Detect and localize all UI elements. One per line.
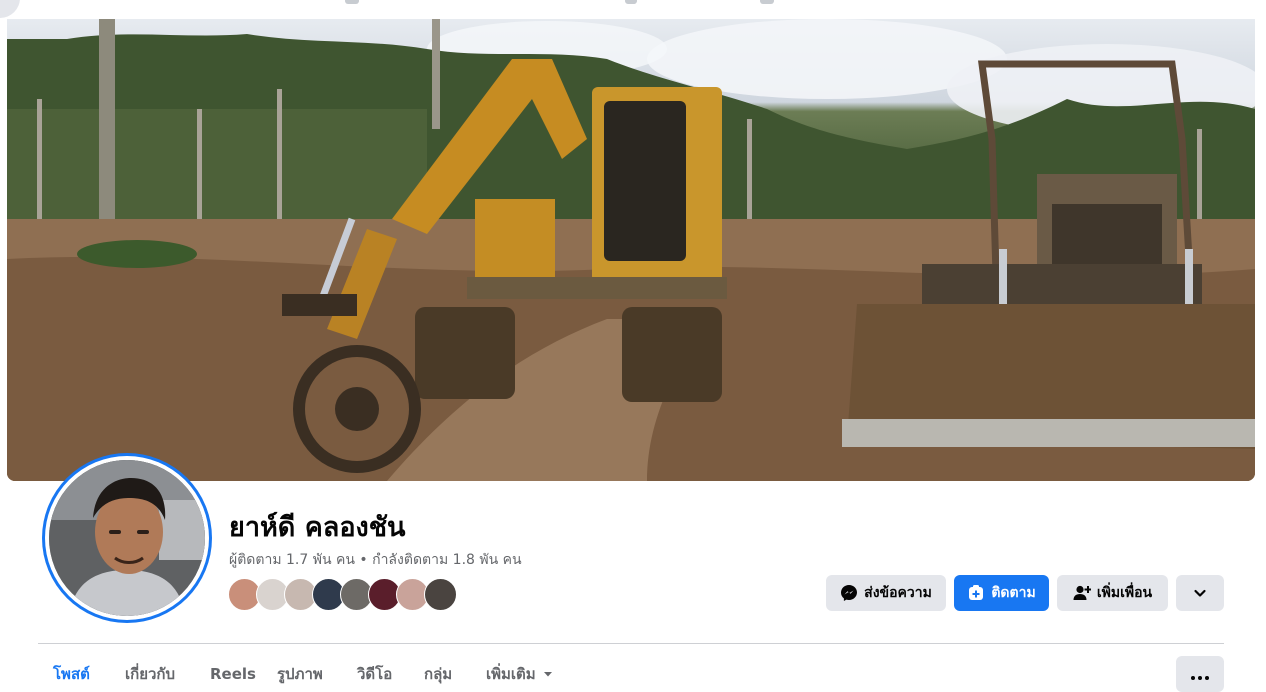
avatar [49,460,205,616]
profile-options-dropdown-button[interactable] [1176,575,1224,611]
friend-avatar[interactable] [424,578,457,611]
add-friend-button[interactable]: เพิ่มเพื่อน [1057,575,1168,611]
followers-count[interactable]: ผู้ติดตาม 1.7 พัน คน [229,552,355,568]
profile-picture[interactable] [42,453,212,623]
chevron-down-icon [1194,589,1206,597]
tab-reels[interactable]: Reels [210,656,256,692]
follow-stats: ผู้ติดตาม 1.7 พัน คน • กำลังติดตาม 1.8 พ… [229,549,522,571]
nav-round-button[interactable] [0,0,20,18]
tab-videos[interactable]: วิดีโอ [357,656,392,692]
tab-more-label: เพิ่มเติม [486,665,536,683]
following-count[interactable]: กำลังติดตาม 1.8 พัน คน [372,552,521,568]
more-dots-icon [1190,665,1211,684]
cover-photo[interactable] [7,19,1255,481]
add-friend-icon [1073,585,1091,600]
tab-groups[interactable]: กลุ่ม [424,656,452,692]
tab-posts[interactable]: โพสต์ [53,656,90,692]
follow-button-label: ติดตาม [991,585,1036,601]
profile-divider [38,643,1224,644]
add-friend-button-label: เพิ่มเพื่อน [1096,585,1153,601]
follow-button[interactable]: ติดตาม [954,575,1049,611]
tab-photos[interactable]: รูปภาพ [277,656,323,692]
message-button[interactable]: ส่งข้อความ [826,575,946,611]
top-navigation-bar [0,0,1266,19]
stats-separator: • [359,552,368,568]
more-options-button[interactable] [1176,656,1224,692]
cover-photo-artwork [7,19,1255,481]
message-button-label: ส่งข้อความ [864,585,932,601]
avatar-artwork [49,460,205,616]
tab-more[interactable]: เพิ่มเติม [486,656,554,692]
tab-about[interactable]: เกี่ยวกับ [125,656,175,692]
follow-icon [969,585,984,600]
profile-name: ยาห์ดี คลองชัน [229,512,406,543]
nav-icon-fragment[interactable] [760,0,774,4]
messenger-icon [841,585,858,601]
caret-down-icon [543,672,552,677]
nav-icon-fragment[interactable] [625,0,637,4]
nav-icon-fragment[interactable] [345,0,359,4]
